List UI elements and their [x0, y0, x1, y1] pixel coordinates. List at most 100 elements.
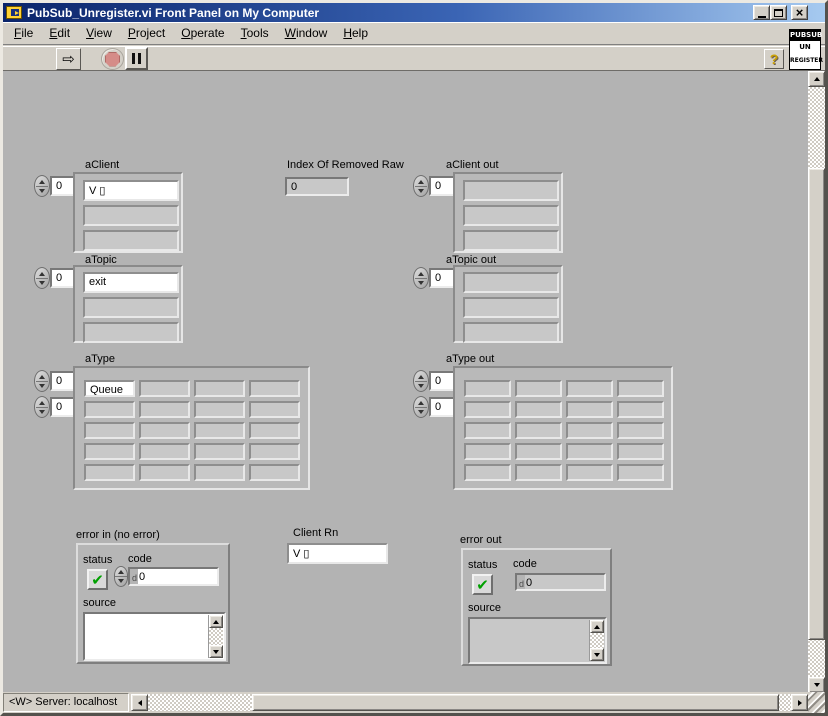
minimize-button[interactable] — [753, 5, 770, 20]
atype-cell-0-0[interactable]: Queue — [84, 380, 135, 397]
title-bar[interactable]: PubSub_Unregister.vi Front Panel on My C… — [3, 3, 825, 22]
menu-item-edit[interactable]: Edit — [41, 23, 78, 44]
atopic-element-0[interactable]: exit — [83, 272, 179, 293]
atype-out-cell-2-0 — [464, 422, 511, 439]
atype-cell-2-2[interactable] — [194, 422, 245, 439]
scroll-track[interactable] — [209, 628, 223, 645]
error-out-code-label: code — [513, 558, 537, 570]
vi-connector-icon[interactable]: PUBSUB UN REGISTER — [789, 29, 824, 70]
atype-cell-3-0[interactable] — [84, 443, 135, 460]
maximize-button[interactable] — [770, 5, 787, 20]
aclient-element-1[interactable] — [83, 205, 179, 226]
aclient-index-spinner[interactable] — [34, 175, 50, 197]
atype-cell-2-0[interactable] — [84, 422, 135, 439]
client-rn-field[interactable]: V ▯ — [287, 543, 388, 564]
aclient-element-2[interactable] — [83, 230, 179, 251]
checkmark-icon: ✔ — [91, 570, 104, 589]
atopic-out-element-2 — [463, 322, 559, 343]
atype-out-row-spinner[interactable] — [413, 370, 429, 392]
atype-out-col-spinner[interactable] — [413, 396, 429, 418]
atype-out-cell-0-0 — [464, 380, 511, 397]
atopic-index-spinner[interactable] — [34, 267, 50, 289]
atype-out-col-index[interactable]: 0 — [429, 397, 456, 417]
vscroll-thumb[interactable] — [808, 168, 825, 640]
atype-out-cell-0-3 — [617, 380, 664, 397]
labview-vi-icon — [6, 6, 22, 19]
atype-cell-4-3[interactable] — [249, 464, 300, 481]
atype-cell-2-1[interactable] — [139, 422, 190, 439]
atype-out-cell-3-3 — [617, 443, 664, 460]
scroll-track[interactable] — [590, 633, 604, 648]
menu-item-file[interactable]: File — [6, 23, 41, 44]
atype-cell-0-2[interactable] — [194, 380, 245, 397]
menu-item-window[interactable]: Window — [277, 23, 336, 44]
atopic-element-2[interactable] — [83, 322, 179, 343]
atype-out-cell-4-2 — [566, 464, 613, 481]
atype-cell-1-2[interactable] — [194, 401, 245, 418]
scroll-down-icon[interactable] — [590, 648, 604, 661]
aclient-out-label: aClient out — [446, 159, 499, 171]
scroll-down-icon[interactable] — [209, 645, 223, 658]
hscroll-left-button[interactable] — [131, 694, 148, 711]
error-in-source-scrollbar[interactable] — [208, 615, 223, 658]
resize-grip[interactable] — [808, 692, 825, 713]
atype-cell-0-3[interactable] — [249, 380, 300, 397]
atopic-element-1[interactable] — [83, 297, 179, 318]
atype-out-cell-1-0 — [464, 401, 511, 418]
hscroll-thumb[interactable] — [252, 694, 779, 711]
error-in-source-field[interactable] — [83, 612, 226, 661]
atype-cell-1-0[interactable] — [84, 401, 135, 418]
atopic-out-index-value[interactable]: 0 — [429, 268, 456, 288]
menu-item-help[interactable]: Help — [335, 23, 376, 44]
hscroll-right-button[interactable] — [791, 694, 808, 711]
atype-cell-4-0[interactable] — [84, 464, 135, 481]
scroll-up-icon[interactable] — [209, 615, 223, 628]
aclient-out-index-spinner[interactable] — [413, 175, 429, 197]
client-rn-label: Client Rn — [293, 527, 339, 539]
atype-cell-1-1[interactable] — [139, 401, 190, 418]
vscroll-up-button[interactable] — [808, 71, 825, 87]
atopic-out-index-spinner[interactable] — [413, 267, 429, 289]
atype-cell-3-1[interactable] — [139, 443, 190, 460]
error-in-code-field[interactable]: d 0 — [128, 567, 219, 586]
aclient-element-0[interactable]: V ▯ — [83, 180, 179, 201]
error-out-code-field: d 0 — [515, 573, 606, 591]
atype-cell-0-1[interactable] — [139, 380, 190, 397]
error-out-status-label: status — [468, 559, 498, 571]
stop-octagon-icon — [105, 51, 120, 67]
menu-item-view[interactable]: View — [78, 23, 120, 44]
atype-cell-2-3[interactable] — [249, 422, 300, 439]
atopic-out-element-1 — [463, 297, 559, 318]
aclient-out-element-2 — [463, 230, 559, 251]
pause-button[interactable] — [125, 47, 148, 70]
atype-cell-4-1[interactable] — [139, 464, 190, 481]
atype-out-row-index[interactable]: 0 — [429, 371, 456, 391]
vscroll-down-button[interactable] — [808, 677, 825, 693]
context-help-button[interactable]: ? — [764, 49, 784, 69]
atype-out-cell-4-3 — [617, 464, 664, 481]
atype-col-spinner[interactable] — [34, 396, 50, 418]
menu-item-project[interactable]: Project — [120, 23, 173, 44]
atype-table: Queue — [73, 366, 310, 490]
run-arrow-icon: ⇨ — [62, 49, 75, 68]
atype-row-spinner[interactable] — [34, 370, 50, 392]
close-button[interactable]: × — [791, 5, 808, 20]
atype-out-cell-3-0 — [464, 443, 511, 460]
error-in-status-boolean[interactable]: ✔ — [87, 569, 108, 590]
radix-indicator: d — [130, 569, 139, 584]
vi-icon-line3: REGISTER — [790, 57, 824, 64]
scroll-up-icon[interactable] — [590, 620, 604, 633]
vi-icon-line2: UN — [799, 43, 811, 51]
abort-button[interactable] — [101, 48, 124, 70]
error-in-code-label: code — [128, 553, 152, 565]
atype-cell-3-2[interactable] — [194, 443, 245, 460]
menu-item-operate[interactable]: Operate — [173, 23, 232, 44]
atype-cell-1-3[interactable] — [249, 401, 300, 418]
atype-cell-3-3[interactable] — [249, 443, 300, 460]
atype-cell-4-2[interactable] — [194, 464, 245, 481]
error-out-source-scrollbar[interactable] — [589, 620, 604, 661]
menu-item-tools[interactable]: Tools — [233, 23, 277, 44]
run-button[interactable]: ⇨ — [56, 48, 81, 70]
error-in-code-spinner[interactable] — [114, 566, 128, 587]
aclient-out-index-value[interactable]: 0 — [429, 176, 456, 196]
